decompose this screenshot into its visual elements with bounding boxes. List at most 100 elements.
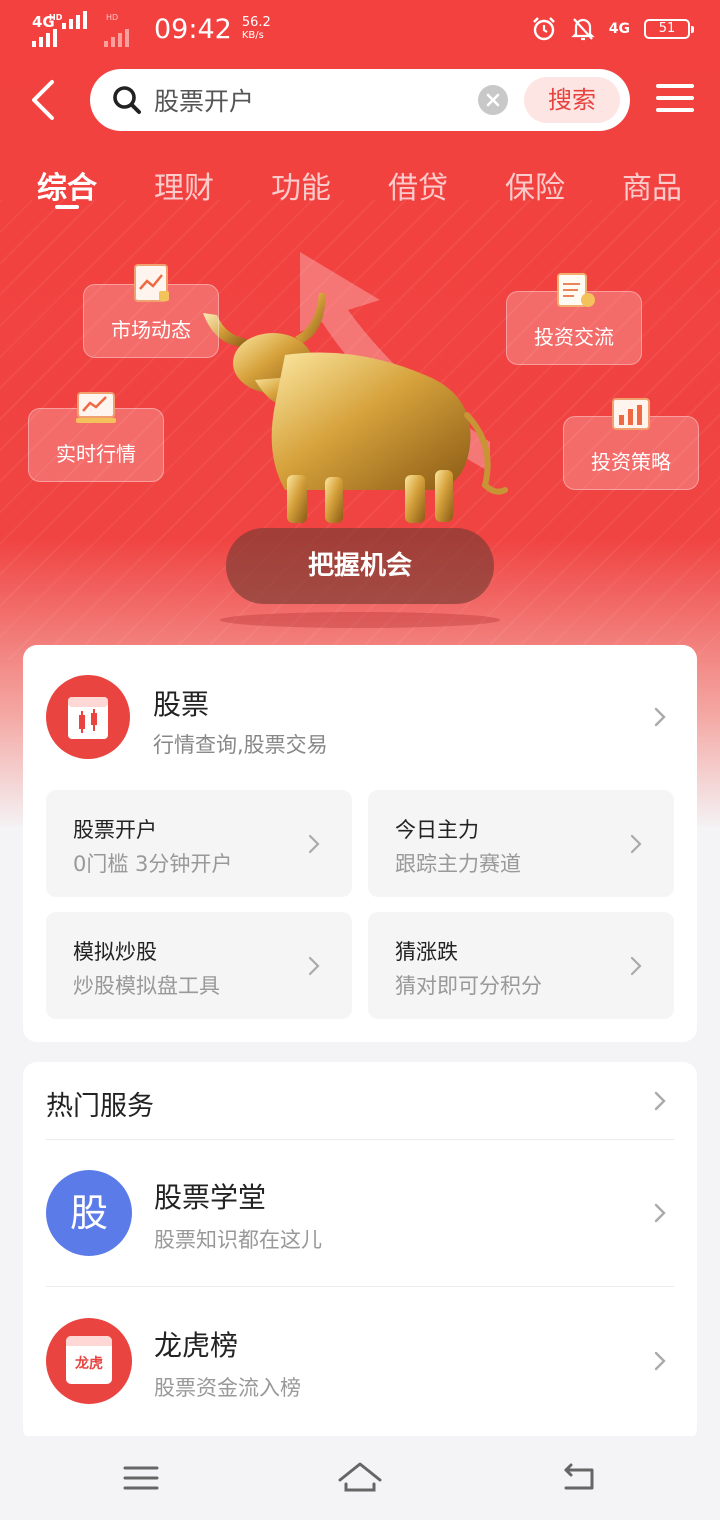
signal-bars-icon bbox=[62, 9, 87, 29]
clear-search-button[interactable] bbox=[478, 85, 508, 115]
laptop-chart-icon bbox=[76, 392, 116, 423]
chevron-right-icon bbox=[654, 707, 666, 727]
tab-wealth[interactable]: 理财 bbox=[154, 163, 214, 207]
category-tabs: 综合 理财 功能 借贷 保险 商品 bbox=[0, 163, 720, 213]
tile-guess-rise-fall[interactable]: 猜涨跌 猜对即可分积分 bbox=[368, 912, 674, 1019]
tile-subtitle: 跟踪主力赛道 bbox=[395, 852, 521, 876]
tile-title: 模拟炒股 bbox=[73, 940, 157, 964]
candlestick-icon bbox=[68, 697, 108, 739]
signal-bars-dim-icon bbox=[104, 29, 129, 47]
tile-subtitle: 炒股模拟盘工具 bbox=[73, 974, 220, 998]
back-arrow-icon bbox=[564, 1463, 594, 1490]
home-icon bbox=[338, 1462, 382, 1492]
service-subtitle: 股票知识都在这儿 bbox=[154, 1228, 322, 1252]
close-icon bbox=[486, 93, 500, 107]
network-speed: 56.2 KB/s bbox=[242, 16, 271, 42]
hero-card-market-news[interactable]: 市场动态 bbox=[83, 264, 219, 358]
cell-signal-1: 4G HD bbox=[32, 9, 92, 49]
hero-card-label: 实时行情 bbox=[56, 442, 136, 466]
back-nav-button[interactable] bbox=[558, 1456, 602, 1500]
hot-services-card: 热门服务 股 股票学堂 股票知识都在这儿 龙虎 龙虎榜 股票资金流入榜 bbox=[23, 1062, 697, 1442]
hero-card-label: 市场动态 bbox=[111, 318, 191, 342]
tile-title: 猜涨跌 bbox=[395, 940, 458, 964]
tile-simulated-trading[interactable]: 模拟炒股 炒股模拟盘工具 bbox=[46, 912, 352, 1019]
network-type-right: 4G bbox=[608, 21, 630, 37]
status-bar: 4G HD HD 09:42 56.2 KB/s 4G 51 bbox=[0, 0, 720, 58]
stock-card: 股票 行情查询,股票交易 股票开户 0门槛 3分钟开户 今日主力 跟踪主力赛道 … bbox=[23, 645, 697, 1042]
menu-icon-bar-1 bbox=[656, 84, 694, 88]
service-title: 股票学堂 bbox=[154, 1181, 267, 1214]
tile-title: 今日主力 bbox=[395, 818, 479, 842]
chevron-right-icon bbox=[629, 833, 643, 855]
menu-icon-bar-2 bbox=[656, 96, 694, 100]
search-icon bbox=[113, 86, 141, 114]
tile-title: 股票开户 bbox=[73, 818, 157, 842]
hero-card-investment-exchange[interactable]: 投资交流 bbox=[506, 273, 642, 365]
search-input[interactable]: 股票开户 bbox=[154, 82, 254, 118]
service-subtitle: 股票资金流入榜 bbox=[154, 1376, 301, 1400]
golden-bull-illustration bbox=[203, 293, 508, 523]
stock-title: 股票 bbox=[153, 688, 210, 721]
divider bbox=[46, 1286, 674, 1287]
document-pen-icon bbox=[557, 273, 595, 307]
cta-shadow bbox=[220, 612, 500, 628]
home-button[interactable] bbox=[336, 1456, 384, 1500]
chevron-right-icon bbox=[653, 1350, 667, 1372]
mute-bell-icon bbox=[571, 18, 595, 41]
chevron-left-icon bbox=[32, 80, 54, 120]
hot-services-title: 热门服务 bbox=[46, 1091, 154, 1122]
hero-card-label: 投资策略 bbox=[591, 450, 671, 474]
stock-subtitle: 行情查询,股票交易 bbox=[153, 733, 328, 757]
network-speed-value: 56.2 bbox=[241, 15, 271, 30]
stock-school-icon: 股 bbox=[46, 1170, 132, 1256]
hero-card-label: 投资交流 bbox=[534, 325, 614, 349]
tab-functions[interactable]: 功能 bbox=[271, 163, 331, 207]
app-screen: 4G HD HD 09:42 56.2 KB/s 4G 51 股票开户 搜索 综… bbox=[0, 0, 720, 1520]
alarm-icon bbox=[532, 17, 555, 41]
tile-subtitle: 猜对即可分积分 bbox=[395, 974, 542, 998]
chevron-right-icon bbox=[307, 955, 321, 977]
battery-icon: 51 bbox=[644, 19, 694, 39]
dragon-tiger-badge-text: 龙虎 bbox=[75, 1356, 103, 1372]
menu-icon-bar-3 bbox=[656, 108, 694, 112]
network-hd-label: HD bbox=[49, 13, 63, 22]
menu-lines-icon bbox=[123, 1466, 159, 1490]
bar-chart-board-icon bbox=[612, 398, 650, 430]
network-hd-label-2: HD bbox=[106, 13, 119, 22]
chevron-right-icon bbox=[654, 1091, 666, 1111]
dragon-tiger-badge: 龙虎 bbox=[66, 1336, 112, 1384]
system-nav-bar bbox=[0, 1436, 720, 1520]
stock-icon bbox=[46, 675, 130, 759]
stock-open-button[interactable] bbox=[653, 706, 667, 728]
report-chart-icon bbox=[134, 264, 169, 302]
dragon-tiger-icon: 龙虎 bbox=[46, 1318, 132, 1404]
tile-main-force[interactable]: 今日主力 跟踪主力赛道 bbox=[368, 790, 674, 897]
menu-button[interactable] bbox=[656, 84, 694, 116]
back-button[interactable] bbox=[26, 78, 66, 122]
tab-loans[interactable]: 借贷 bbox=[388, 163, 448, 207]
tab-comprehensive[interactable]: 综合 bbox=[37, 163, 97, 207]
tile-open-account[interactable]: 股票开户 0门槛 3分钟开户 bbox=[46, 790, 352, 897]
service-title: 龙虎榜 bbox=[154, 1329, 239, 1362]
chevron-right-icon bbox=[629, 955, 643, 977]
divider bbox=[46, 1139, 674, 1140]
tab-products[interactable]: 商品 bbox=[622, 163, 682, 207]
hero-card-realtime-quotes[interactable]: 实时行情 bbox=[28, 392, 164, 482]
recent-apps-button[interactable] bbox=[120, 1456, 164, 1500]
clock: 09:42 bbox=[154, 13, 232, 45]
search-bar[interactable]: 股票开户 搜索 bbox=[90, 69, 630, 131]
hero-card-investment-strategy[interactable]: 投资策略 bbox=[563, 398, 699, 490]
active-tab-indicator bbox=[55, 205, 79, 209]
tab-insurance[interactable]: 保险 bbox=[505, 163, 565, 207]
status-icons-right: 4G 51 bbox=[531, 16, 694, 42]
seize-opportunity-button[interactable]: 把握机会 bbox=[226, 528, 494, 604]
signal-bars-small-icon bbox=[32, 29, 57, 47]
chevron-right-icon bbox=[307, 833, 321, 855]
tile-subtitle: 0门槛 3分钟开户 bbox=[73, 852, 233, 876]
network-speed-unit: KB/s bbox=[241, 30, 264, 41]
chevron-right-icon bbox=[653, 1202, 667, 1224]
battery-level: 51 bbox=[658, 21, 676, 36]
hot-services-more-button[interactable] bbox=[653, 1090, 667, 1112]
cell-signal-2: HD bbox=[104, 9, 140, 49]
search-button[interactable]: 搜索 bbox=[524, 77, 620, 123]
